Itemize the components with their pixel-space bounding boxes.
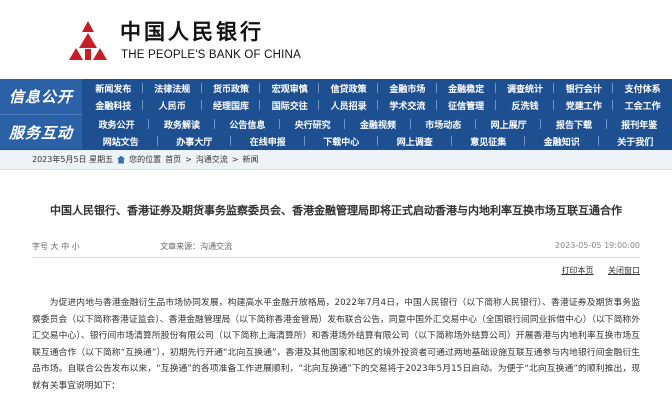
nav-row: 政务公开 政务解读 公告信息 央行研究 金融视频 市场动态 网上展厅 报告下载 报刊年鉴 <box>84 115 672 133</box>
nav-link[interactable]: 在线申报 <box>231 132 305 150</box>
main-navigation: 信息公开 服务互动 新闻发布 法律法规 货币政策 宏观审慎 信贷政策 金融市场 金融稳定 调查… <box>0 79 672 150</box>
site-header: 中国人民银行 THE PEOPLE'S BANK OF CHINA <box>0 0 672 79</box>
nav-link[interactable]: 关于我们 <box>599 132 672 150</box>
bank-name-english: THE PEOPLE'S BANK OF CHINA <box>121 49 301 61</box>
nav-link[interactable]: 调查统计 <box>496 79 555 97</box>
article-container: 中国人民银行、香港证券及期货事务监察委员会、香港金融管理局即将正式启动香港与内地… <box>0 171 672 417</box>
home-icon <box>117 155 126 164</box>
nav-link[interactable]: 新闻发布 <box>84 79 143 97</box>
article-tools: 打印本页 关闭窗口 <box>549 265 640 276</box>
nav-link[interactable]: 金融知识 <box>525 132 599 150</box>
nav-link[interactable]: 人员招录 <box>319 96 378 114</box>
nav-link[interactable]: 央行研究 <box>280 115 346 133</box>
nav-link[interactable]: 党建工作 <box>554 96 613 114</box>
close-window-link[interactable]: 关闭窗口 <box>608 266 640 275</box>
nav-section-info-disclosure[interactable]: 信息公开 <box>0 79 82 114</box>
nav-row: 金融科技 人民币 经理国库 国际交往 人员招录 学术交流 征信管理 反洗钱 党建工作 工会工作 <box>84 96 672 114</box>
breadcrumb-bar: 2023年5月5日 星期五 您的位置 首页 > 沟通交流 > 新闻 <box>0 150 672 170</box>
page: 中国人民银行 THE PEOPLE'S BANK OF CHINA 信息公开 服… <box>0 0 672 417</box>
nav-link[interactable]: 货币政策 <box>202 79 261 97</box>
nav-link[interactable]: 市场动态 <box>411 115 477 133</box>
nav-link[interactable]: 报刊年鉴 <box>607 115 672 133</box>
nav-link[interactable]: 政务公开 <box>84 115 150 133</box>
nav-link[interactable]: 银行会计 <box>554 79 613 97</box>
font-size-controls[interactable]: 字号 大 中 小 文章来源：沟通交流 <box>32 241 232 252</box>
nav-link[interactable]: 金融视频 <box>345 115 411 133</box>
breadcrumb-item-home[interactable]: 首页 <box>165 154 181 165</box>
font-size-label[interactable]: 字号 大 中 小 <box>32 242 80 251</box>
nav-link[interactable]: 宏观审慎 <box>260 79 319 97</box>
article-body: 为促进内地与香港金融衍生品市场协同发展，构建高水平金融开放格局，2022年7月4… <box>32 295 640 394</box>
nav-link[interactable]: 法律法规 <box>143 79 202 97</box>
article-source: 文章来源：沟通交流 <box>160 242 233 251</box>
article-meta: 字号 大 中 小 文章来源：沟通交流 2023-05-05 19:00:00 <box>32 241 640 255</box>
nav-link[interactable]: 经理国库 <box>202 96 261 114</box>
nav-link[interactable]: 公告信息 <box>215 115 281 133</box>
nav-link[interactable]: 金融科技 <box>84 96 143 114</box>
nav-link[interactable]: 办事大厅 <box>158 132 232 150</box>
breadcrumb-item-news[interactable]: 新闻 <box>243 154 259 165</box>
nav-link[interactable]: 网上展厅 <box>476 115 542 133</box>
nav-row: 新闻发布 法律法规 货币政策 宏观审慎 信贷政策 金融市场 金融稳定 调查统计 银行会计 支付体系 <box>84 79 672 97</box>
breadcrumb-separator: > <box>185 155 192 164</box>
nav-link[interactable]: 信贷政策 <box>319 79 378 97</box>
nav-link[interactable]: 学术交流 <box>378 96 437 114</box>
nav-link[interactable]: 网上调查 <box>378 132 452 150</box>
bank-name-chinese: 中国人民银行 <box>120 20 264 44</box>
nav-link[interactable]: 反洗钱 <box>496 96 555 114</box>
nav-link[interactable]: 报告下载 <box>541 115 607 133</box>
print-page-link[interactable]: 打印本页 <box>561 266 593 275</box>
nav-row: 网站文告 办事大厅 在线申报 下载中心 网上调查 意见征集 金融知识 关于我们 <box>84 132 672 150</box>
nav-link[interactable]: 网站文告 <box>84 132 158 150</box>
nav-link[interactable]: 意见征集 <box>452 132 526 150</box>
nav-link[interactable]: 金融市场 <box>378 79 437 97</box>
nav-section-service-interaction[interactable]: 服务互动 <box>0 114 82 149</box>
breadcrumb-separator: > <box>231 155 239 164</box>
nav-link[interactable]: 金融稳定 <box>437 79 496 97</box>
nav-link[interactable]: 下载中心 <box>305 132 379 150</box>
nav-link-grid: 新闻发布 法律法规 货币政策 宏观审慎 信贷政策 金融市场 金融稳定 调查统计 银行会计 支付体系… <box>84 79 672 150</box>
article-title: 中国人民银行、香港证券及期货事务监察委员会、香港金融管理局即将正式启动香港与内地… <box>50 204 622 217</box>
breadcrumb-item-communication[interactable]: 沟通交流 <box>196 154 228 165</box>
nav-link[interactable]: 政务解读 <box>149 115 215 133</box>
nav-link[interactable]: 国际交往 <box>260 96 319 114</box>
nav-link[interactable]: 人民币 <box>143 96 202 114</box>
article-paragraph: 为促进内地与香港金融衍生品市场协同发展，构建高水平金融开放格局，2022年7月4… <box>32 298 640 391</box>
article-date: 2023-05-05 19:00:00 <box>555 241 640 250</box>
meta-divider <box>32 257 640 258</box>
nav-link[interactable]: 工会工作 <box>613 96 672 114</box>
nav-link[interactable]: 征信管理 <box>437 96 496 114</box>
pboc-emblem-icon[interactable] <box>66 18 110 62</box>
current-date: 2023年5月5日 星期五 <box>32 155 114 164</box>
nav-link[interactable]: 支付体系 <box>613 79 672 97</box>
location-label: 您的位置 <box>129 155 162 164</box>
